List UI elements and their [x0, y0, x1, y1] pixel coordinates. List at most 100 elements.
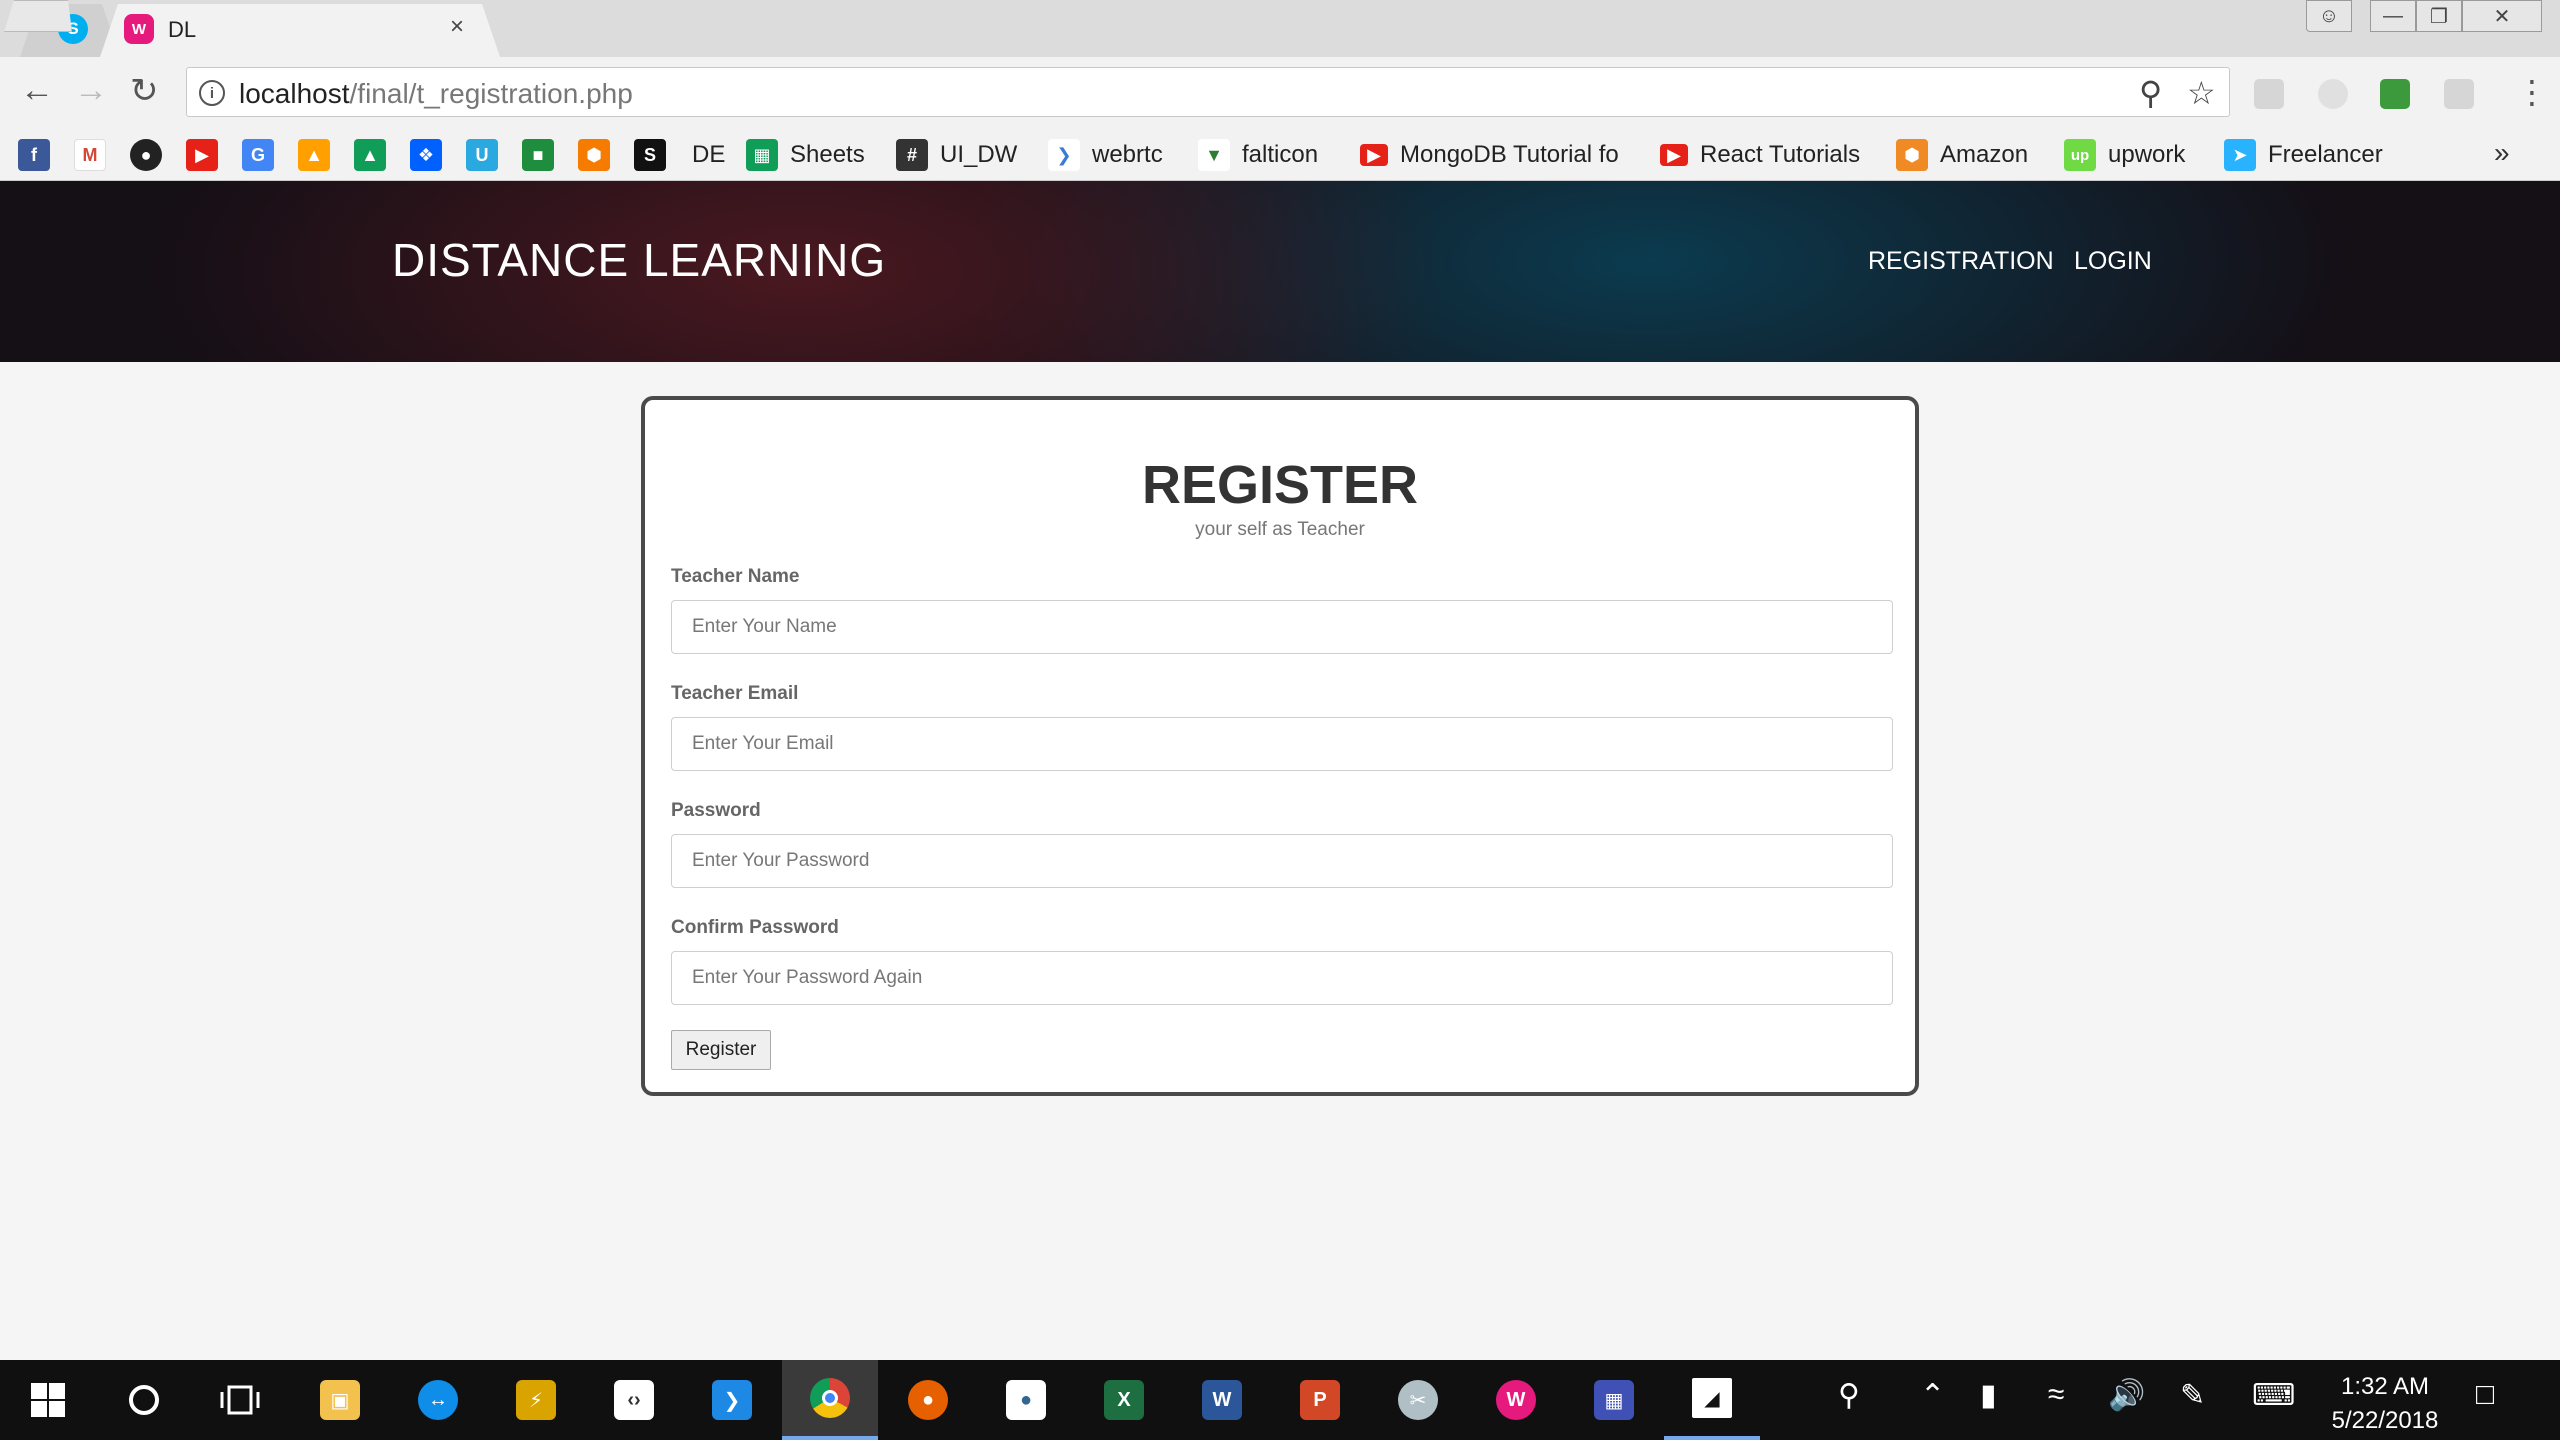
wamp-icon: W — [1496, 1380, 1536, 1420]
taskbar-firefox[interactable]: ● — [880, 1360, 976, 1440]
network-computer-icon: ▦ — [1594, 1380, 1634, 1420]
tab-dl[interactable] — [100, 4, 500, 57]
taskbar-sticky-notes[interactable]: ◢ — [1664, 1360, 1760, 1440]
task-view-icon — [220, 1385, 260, 1415]
bookmark-ui-dw[interactable]: # UI_DW — [896, 137, 1017, 173]
teacher-email-input[interactable] — [671, 717, 1893, 771]
back-icon[interactable]: ← — [20, 71, 54, 110]
password-input[interactable] — [671, 834, 1893, 888]
taskbar-code-editor[interactable]: ‹› — [586, 1360, 682, 1440]
vscode-icon: ❯ — [712, 1380, 752, 1420]
more-bookmarks-button[interactable]: » — [2494, 137, 2510, 169]
nav-login[interactable]: LOGIN — [2074, 247, 2152, 276]
bookmark-scribd[interactable]: S — [634, 137, 666, 173]
taskbar-teamviewer[interactable]: ↔ — [390, 1360, 486, 1440]
cortana-icon — [129, 1385, 159, 1415]
reload-icon[interactable]: ↻ — [130, 71, 159, 111]
restore-button[interactable]: ❐ — [2416, 0, 2462, 32]
taskbar-word[interactable]: W — [1174, 1360, 1270, 1440]
chevron-up-icon[interactable]: ⌃ — [1920, 1378, 1945, 1413]
bookmark-translate[interactable]: G — [242, 137, 274, 173]
taskbar-snipping-tool[interactable]: ✂ — [1370, 1360, 1466, 1440]
nav-registration[interactable]: REGISTRATION — [1868, 247, 2054, 276]
bookmark-dropbox[interactable]: ❖ — [410, 137, 442, 173]
new-tab-button[interactable] — [0, 0, 72, 32]
bookmark-firebase[interactable]: ▲ — [298, 137, 330, 173]
bookmark-react[interactable]: ▶ React Tutorials — [1660, 137, 1860, 173]
bookmark-sheets[interactable]: ▦ Sheets — [746, 137, 865, 173]
flaticon-icon: ▼ — [1198, 139, 1230, 171]
people-icon[interactable]: ⚲ — [1838, 1378, 1860, 1413]
minimize-icon: — — [2383, 4, 2403, 27]
confirm-password-input[interactable] — [671, 951, 1893, 1005]
form-subtitle: your self as Teacher — [1195, 519, 1365, 540]
taskbar-powerpoint[interactable]: P — [1272, 1360, 1368, 1440]
bookmark-facebook[interactable]: f — [18, 137, 50, 173]
menu-icon[interactable]: ⋮ — [2516, 73, 2548, 111]
task-view-button[interactable] — [192, 1360, 288, 1440]
bookmark-de[interactable]: DE — [692, 137, 725, 173]
browser-tab-strip: S W DL × ☺ — ❐ ✕ — [0, 0, 2560, 57]
taskbar-chrome[interactable] — [782, 1360, 878, 1440]
bookmark-mongodb[interactable]: ▶ MongoDB Tutorial fo — [1360, 137, 1670, 173]
youtube-icon: ▶ — [1660, 144, 1688, 166]
tab-close-button[interactable]: × — [450, 13, 464, 41]
bookmark-falticon[interactable]: ▼ falticon — [1198, 137, 1318, 173]
wamp-icon: W — [124, 14, 154, 44]
taskbar-postgres[interactable]: ● — [978, 1360, 1074, 1440]
bookmark-webrtc[interactable]: ❯ webrtc — [1048, 137, 1163, 173]
taskbar-file-explorer[interactable]: ▣ — [292, 1360, 388, 1440]
extension-icon[interactable] — [2254, 79, 2284, 109]
classroom-icon: ■ — [522, 139, 554, 171]
extension-icon[interactable] — [2318, 79, 2348, 109]
action-center-icon[interactable]: □ — [2476, 1378, 2494, 1412]
keyboard-icon[interactable]: ⌨ — [2252, 1378, 2295, 1413]
info-icon[interactable]: i — [199, 80, 225, 106]
pen-icon[interactable]: ✎ — [2180, 1378, 2205, 1413]
youtube-icon: ▶ — [1360, 144, 1388, 166]
bookmark-youtube[interactable]: ▶ — [186, 137, 218, 173]
taskbar-filezilla[interactable]: ⚡ — [488, 1360, 584, 1440]
taskbar-network-app[interactable]: ▦ — [1566, 1360, 1662, 1440]
forward-icon[interactable]: → — [74, 71, 108, 110]
wifi-icon[interactable]: ≈ — [2048, 1378, 2064, 1412]
taskbar-clock[interactable]: 1:32 AM 5/22/2018 — [2320, 1370, 2450, 1438]
taskbar-wamp[interactable]: W — [1468, 1360, 1564, 1440]
extension-icon[interactable] — [2444, 79, 2474, 109]
register-button[interactable]: Register — [671, 1030, 771, 1070]
bookmark-classroom[interactable]: ■ — [522, 137, 554, 173]
firefox-icon: ● — [908, 1380, 948, 1420]
bookmark-webflow[interactable]: U — [466, 137, 498, 173]
teamviewer-icon: ↔ — [418, 1380, 458, 1420]
taskbar-vscode[interactable]: ❯ — [684, 1360, 780, 1440]
profile-button[interactable]: ☺ — [2306, 0, 2352, 32]
cors-extension-icon[interactable] — [2380, 79, 2410, 109]
gmail-icon: M — [74, 139, 106, 171]
powerpoint-icon: P — [1300, 1380, 1340, 1420]
site-brand[interactable]: DISTANCE LEARNING — [392, 233, 886, 287]
teacher-email-label: Teacher Email — [671, 683, 799, 704]
address-bar[interactable]: i localhost/final/t_registration.php ⚲ ☆ — [186, 67, 2230, 117]
volume-icon[interactable]: 🔊 — [2108, 1378, 2145, 1413]
zoom-icon[interactable]: ⚲ — [2139, 74, 2162, 112]
teacher-name-input[interactable] — [671, 600, 1893, 654]
minimize-button[interactable]: — — [2370, 0, 2416, 32]
bookmark-upwork[interactable]: up upwork — [2064, 137, 2185, 173]
taskbar-excel[interactable]: X — [1076, 1360, 1172, 1440]
star-icon[interactable]: ☆ — [2187, 74, 2216, 112]
excel-icon: X — [1104, 1380, 1144, 1420]
drive-icon: ▲ — [354, 139, 386, 171]
bookmark-box[interactable]: ⬢ — [578, 137, 610, 173]
github-icon: ● — [130, 139, 162, 171]
bookmark-gmail[interactable]: M — [74, 137, 106, 173]
windows-icon — [31, 1383, 65, 1417]
bookmark-freelancer[interactable]: ➤ Freelancer — [2224, 137, 2383, 173]
battery-icon[interactable]: ▮ — [1980, 1378, 1997, 1413]
bookmark-github[interactable]: ● — [130, 137, 162, 173]
bookmark-amazon[interactable]: ⬢ Amazon — [1896, 137, 2028, 173]
restore-icon: ❐ — [2430, 5, 2448, 28]
bookmark-drive[interactable]: ▲ — [354, 137, 386, 173]
start-button[interactable] — [0, 1360, 96, 1440]
cortana-button[interactable] — [96, 1360, 192, 1440]
close-window-button[interactable]: ✕ — [2462, 0, 2542, 32]
